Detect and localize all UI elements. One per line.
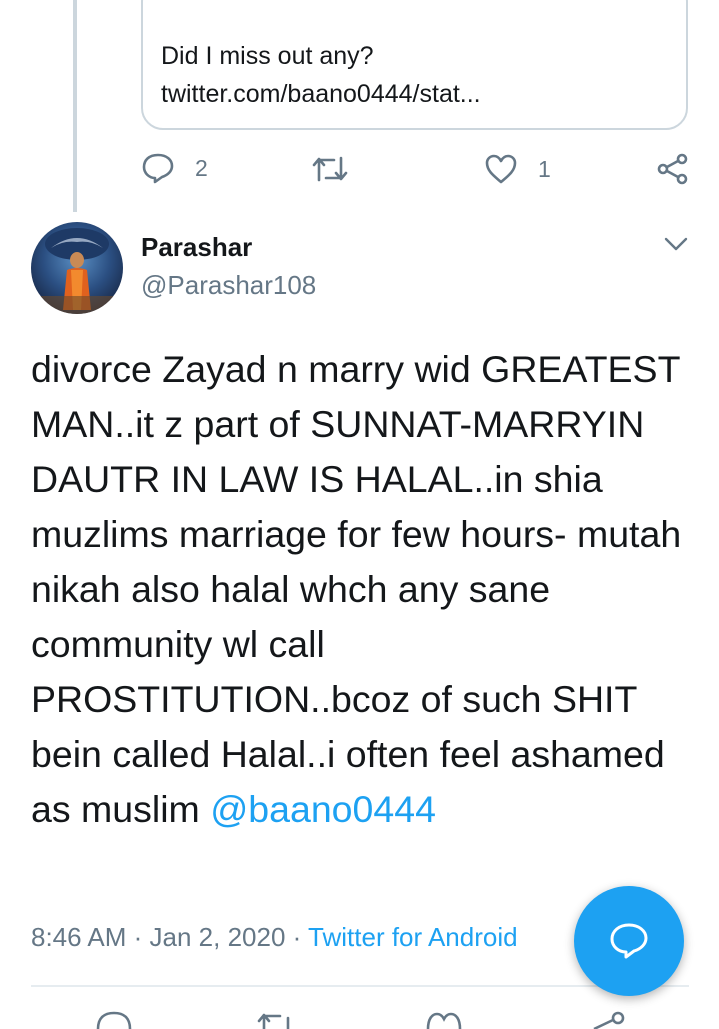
reply-button[interactable]: 2 <box>141 152 208 184</box>
tweet-meta: 8:46 AM · Jan 2, 2020 · Twitter for Andr… <box>31 922 518 953</box>
tweet-text: divorce Zayad n marry wid GREATEST MAN..… <box>31 342 701 837</box>
meta-separator: · <box>285 922 309 952</box>
quoted-tweet-link: twitter.com/baano0444/stat... <box>161 80 481 108</box>
author-name[interactable]: Parashar <box>141 232 252 263</box>
like-button[interactable]: 1 <box>484 153 551 185</box>
meta-separator: · <box>126 922 150 952</box>
reply-count: 2 <box>195 154 208 181</box>
quoted-tweet-text: Did I miss out any? <box>161 42 374 70</box>
share-button[interactable] <box>656 153 690 185</box>
avatar[interactable] <box>31 222 123 314</box>
quoted-tweet-card[interactable]: Did I miss out any? twitter.com/baano044… <box>141 0 688 130</box>
share-icon <box>657 153 688 185</box>
tweet-date: Jan 2, 2020 <box>149 922 286 952</box>
more-options-button[interactable] <box>664 236 688 257</box>
like-count: 1 <box>538 155 551 182</box>
avatar-image <box>31 222 123 314</box>
tweet-time: 8:46 AM <box>31 922 127 952</box>
retweet-icon[interactable] <box>256 1008 296 1029</box>
chevron-down-icon <box>664 237 688 251</box>
share-icon[interactable] <box>588 1008 628 1029</box>
tweet-source-link[interactable]: Twitter for Android <box>308 922 518 952</box>
heart-icon <box>485 154 517 184</box>
tweet-body: divorce Zayad n marry wid GREATEST MAN..… <box>31 348 682 830</box>
compose-reply-button[interactable] <box>574 886 684 996</box>
retweet-icon <box>312 156 348 182</box>
divider <box>31 985 689 987</box>
heart-icon[interactable] <box>424 1008 464 1029</box>
mention-link[interactable]: @baano0444 <box>210 788 436 830</box>
reply-icon[interactable] <box>94 1008 134 1029</box>
reply-icon <box>142 153 174 184</box>
author-handle[interactable]: @Parashar108 <box>141 270 316 301</box>
retweet-button[interactable] <box>312 154 348 184</box>
thread-connector-line <box>73 0 77 212</box>
speech-bubble-icon <box>610 923 648 959</box>
